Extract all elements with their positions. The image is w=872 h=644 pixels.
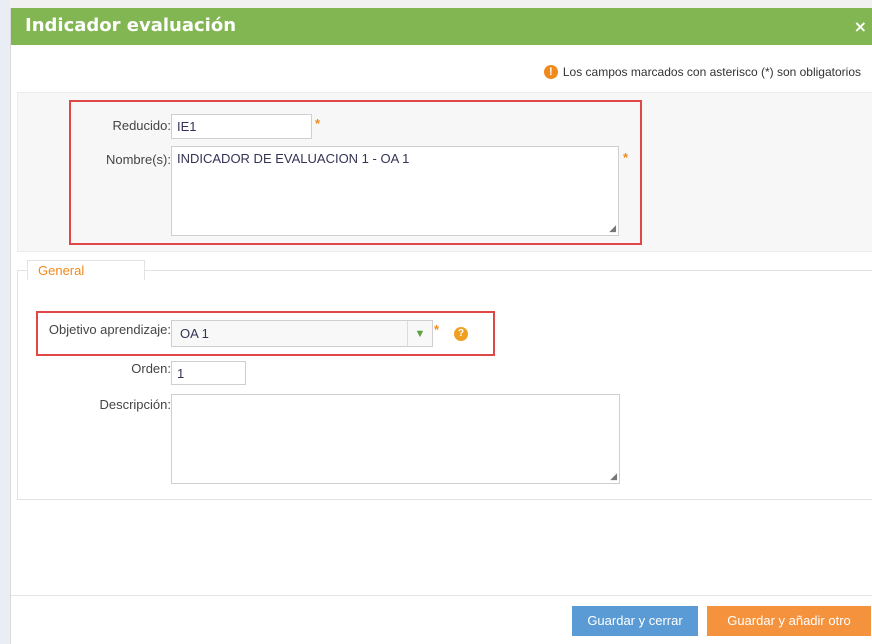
required-notice: ! Los campos marcados con asterisco (*) …	[543, 65, 861, 79]
dialog-title: Indicador evaluación	[25, 15, 237, 36]
resize-grip-icon[interactable]: ◢	[610, 471, 617, 482]
highlight-box-objetivo	[36, 311, 495, 356]
background-sidebar-strip	[0, 0, 10, 644]
dialog-titlebar[interactable]: Indicador evaluación ×	[11, 8, 872, 45]
orden-label: Orden:	[131, 361, 171, 376]
save-add-button[interactable]: Guardar y añadir otro	[707, 606, 871, 636]
footer-divider	[11, 595, 872, 596]
close-icon[interactable]: ×	[854, 17, 867, 36]
descripcion-textarea[interactable]: ◢	[171, 394, 620, 484]
orden-input[interactable]	[171, 361, 246, 385]
indicador-dialog: Indicador evaluación × ! Los campos marc…	[10, 8, 872, 644]
required-notice-text: Los campos marcados con asterisco (*) so…	[562, 65, 861, 79]
general-legend: General	[27, 260, 145, 280]
save-close-button[interactable]: Guardar y cerrar	[572, 606, 698, 636]
descripcion-label: Descripción:	[99, 397, 171, 412]
warning-circle-icon: !	[543, 65, 558, 79]
highlight-box-top	[69, 100, 642, 245]
